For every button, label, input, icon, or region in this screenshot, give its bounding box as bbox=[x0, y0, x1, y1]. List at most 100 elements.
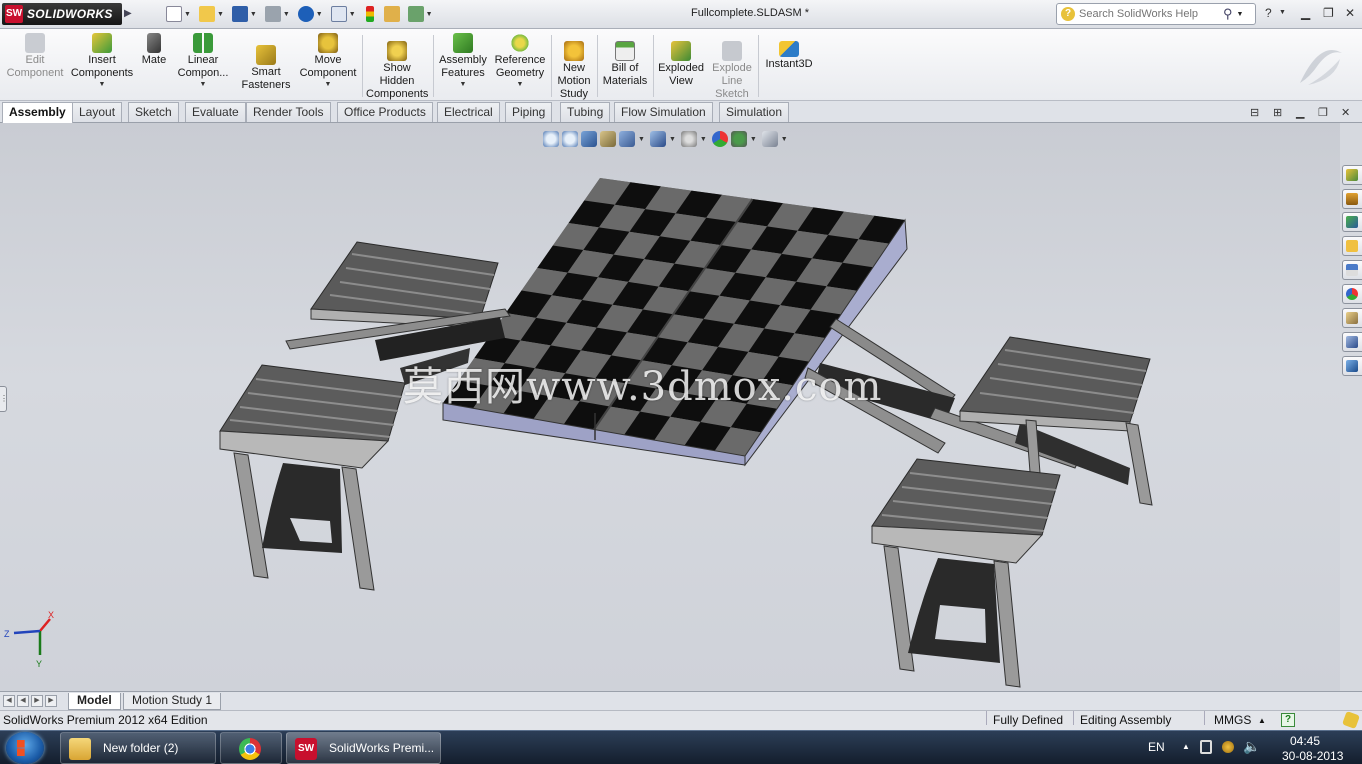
mate-button[interactable]: Mate bbox=[138, 33, 170, 67]
tab-layout[interactable]: Layout bbox=[72, 102, 123, 122]
save-dropdown-icon[interactable]: ▼ bbox=[250, 11, 257, 18]
select-dropdown-icon[interactable]: ▼ bbox=[349, 11, 356, 18]
new-dropdown-icon[interactable]: ▼ bbox=[184, 11, 191, 18]
view-orientation-dropdown-icon[interactable]: ▼ bbox=[638, 136, 645, 143]
view-settings-dropdown-icon[interactable]: ▼ bbox=[781, 136, 788, 143]
minimize-icon[interactable]: ▁ bbox=[1301, 6, 1310, 20]
doc-close-icon[interactable]: ✕ bbox=[1341, 106, 1350, 119]
select-icon[interactable] bbox=[330, 6, 347, 22]
taskbar-item-chrome[interactable] bbox=[220, 732, 282, 764]
tile-horizontal-icon[interactable]: ⊟ bbox=[1250, 106, 1259, 119]
display-style-icon[interactable] bbox=[649, 131, 666, 147]
language-indicator[interactable]: EN bbox=[1148, 740, 1165, 754]
undo-dropdown-icon[interactable]: ▼ bbox=[316, 11, 323, 18]
help-search-box[interactable]: ? ⚲ ▼ bbox=[1056, 3, 1256, 25]
display-style-dropdown-icon[interactable]: ▼ bbox=[669, 136, 676, 143]
view-orientation-icon[interactable] bbox=[619, 131, 635, 147]
tab-office-products[interactable]: Office Products bbox=[337, 102, 433, 122]
first-tab-arrow-icon[interactable]: ◀ bbox=[3, 695, 15, 707]
tab-piping[interactable]: Piping bbox=[505, 102, 553, 122]
next-tab-arrow-icon[interactable]: ▶ bbox=[31, 695, 43, 707]
graphics-area[interactable]: ▼ ▼ ▼ ▼ ▼ 莫西网www.3dmox.com X Y Z ⋮ bbox=[0, 123, 1340, 691]
instant3d-button[interactable]: Instant3D bbox=[762, 33, 816, 71]
close-icon[interactable]: ✕ bbox=[1345, 6, 1355, 20]
save-icon[interactable] bbox=[231, 6, 248, 22]
tab-assembly[interactable]: Assembly bbox=[2, 102, 73, 123]
view-settings-icon[interactable] bbox=[761, 131, 778, 147]
new-motion-study-button[interactable]: New Motion Study bbox=[554, 33, 594, 101]
search-icon[interactable]: ⚲ bbox=[1223, 6, 1233, 22]
help-search-input[interactable] bbox=[1079, 8, 1219, 20]
units-caret-icon[interactable]: ▲ bbox=[1258, 711, 1266, 730]
task-pane-folder-tab[interactable] bbox=[1342, 356, 1362, 376]
apply-scene-dropdown-icon[interactable]: ▼ bbox=[750, 136, 757, 143]
task-pane-appearances-tab[interactable] bbox=[1342, 260, 1362, 280]
search-dropdown-icon[interactable]: ▼ bbox=[1237, 11, 1244, 18]
new-document-icon[interactable] bbox=[166, 6, 182, 22]
help-menu-icon[interactable]: ? bbox=[1265, 6, 1272, 20]
volume-icon[interactable]: 🔈 bbox=[1243, 738, 1260, 755]
print-dropdown-icon[interactable]: ▼ bbox=[283, 11, 290, 18]
task-pane-resources-tab[interactable] bbox=[1342, 165, 1362, 185]
previous-view-icon[interactable] bbox=[581, 131, 597, 147]
open-icon[interactable] bbox=[198, 6, 215, 22]
tab-evaluate[interactable]: Evaluate bbox=[185, 102, 246, 122]
tab-render-tools[interactable]: Render Tools bbox=[246, 102, 331, 122]
taskbar-item-folder[interactable]: New folder (2) bbox=[60, 732, 216, 764]
edit-component-button[interactable]: Edit Component bbox=[6, 33, 64, 80]
exploded-view-button[interactable]: Exploded View bbox=[656, 33, 706, 88]
prev-tab-arrow-icon[interactable]: ◀ bbox=[17, 695, 29, 707]
tag-icon[interactable] bbox=[1342, 711, 1360, 729]
task-pane-view-palette-tab[interactable] bbox=[1342, 236, 1362, 256]
edit-appearance-icon[interactable] bbox=[711, 131, 728, 147]
action-center-icon[interactable] bbox=[1200, 740, 1212, 754]
move-component-button[interactable]: Move Component ▼ bbox=[298, 33, 358, 90]
apply-scene-icon[interactable] bbox=[730, 131, 747, 147]
open-dropdown-icon[interactable]: ▼ bbox=[217, 11, 224, 18]
bill-of-materials-button[interactable]: Bill of Materials bbox=[600, 33, 650, 88]
clock-date[interactable]: 30-08-2013 bbox=[1282, 749, 1343, 763]
doc-minimize-icon[interactable]: ▁ bbox=[1296, 106, 1304, 119]
task-pane-custom-properties-tab[interactable] bbox=[1342, 284, 1362, 304]
tab-electrical[interactable]: Electrical bbox=[437, 102, 500, 122]
explode-line-sketch-button[interactable]: Explode Line Sketch bbox=[708, 33, 756, 101]
feature-manager-expand-handle[interactable]: ⋮ bbox=[0, 386, 8, 412]
tab-model[interactable]: Model bbox=[68, 693, 121, 710]
task-pane-3dcontentcentral-tab[interactable] bbox=[1342, 308, 1362, 328]
assembly-features-button[interactable]: Assembly Features ▼ bbox=[436, 33, 490, 90]
zoom-to-fit-icon[interactable] bbox=[543, 131, 559, 147]
show-hidden-tray-icon[interactable]: ▲ bbox=[1182, 742, 1190, 751]
undo-icon[interactable] bbox=[297, 6, 314, 22]
linear-component-pattern-button[interactable]: Linear Compon... ▼ bbox=[174, 33, 232, 90]
solidworks-logo[interactable]: SW SOLIDWORKS bbox=[2, 3, 122, 25]
menu-flyout-arrow-icon[interactable]: ▶ bbox=[124, 5, 134, 23]
task-pane-search-results-tab[interactable] bbox=[1342, 332, 1362, 352]
doc-restore-icon[interactable]: ❐ bbox=[1318, 106, 1328, 119]
section-view-icon[interactable] bbox=[600, 131, 616, 147]
file-properties-icon[interactable] bbox=[383, 6, 400, 22]
start-button[interactable] bbox=[6, 732, 44, 764]
tab-tubing[interactable]: Tubing bbox=[560, 102, 611, 122]
tab-simulation[interactable]: Simulation bbox=[719, 102, 790, 122]
smart-fasteners-button[interactable]: Smart Fasteners bbox=[238, 33, 294, 92]
task-pane-design-library-tab[interactable] bbox=[1342, 189, 1362, 209]
units-system[interactable]: MMGS bbox=[1214, 711, 1251, 730]
insert-components-button[interactable]: Insert Components ▼ bbox=[70, 33, 134, 90]
help-dropdown-icon[interactable]: ▼ bbox=[1279, 6, 1286, 20]
taskbar-item-solidworks[interactable]: SW SolidWorks Premi... bbox=[286, 732, 441, 764]
reference-geometry-button[interactable]: Reference Geometry ▼ bbox=[492, 33, 548, 90]
network-icon[interactable] bbox=[1222, 741, 1234, 753]
tab-flow-simulation[interactable]: Flow Simulation bbox=[614, 102, 713, 122]
tab-motion-study-1[interactable]: Motion Study 1 bbox=[123, 693, 222, 710]
last-tab-arrow-icon[interactable]: ▶ bbox=[45, 695, 57, 707]
task-pane-file-explorer-tab[interactable] bbox=[1342, 212, 1362, 232]
hide-show-items-icon[interactable] bbox=[680, 131, 697, 147]
show-hidden-components-button[interactable]: Show Hidden Components bbox=[366, 33, 428, 101]
tab-sketch[interactable]: Sketch bbox=[128, 102, 179, 122]
zoom-to-area-icon[interactable] bbox=[562, 131, 578, 147]
print-icon[interactable] bbox=[264, 6, 281, 22]
restore-icon[interactable]: ❐ bbox=[1323, 6, 1334, 20]
rebuild-icon[interactable] bbox=[365, 6, 374, 22]
tile-vertical-icon[interactable]: ⊞ bbox=[1273, 106, 1282, 119]
quick-tips-help-icon[interactable]: ? bbox=[1281, 713, 1295, 727]
